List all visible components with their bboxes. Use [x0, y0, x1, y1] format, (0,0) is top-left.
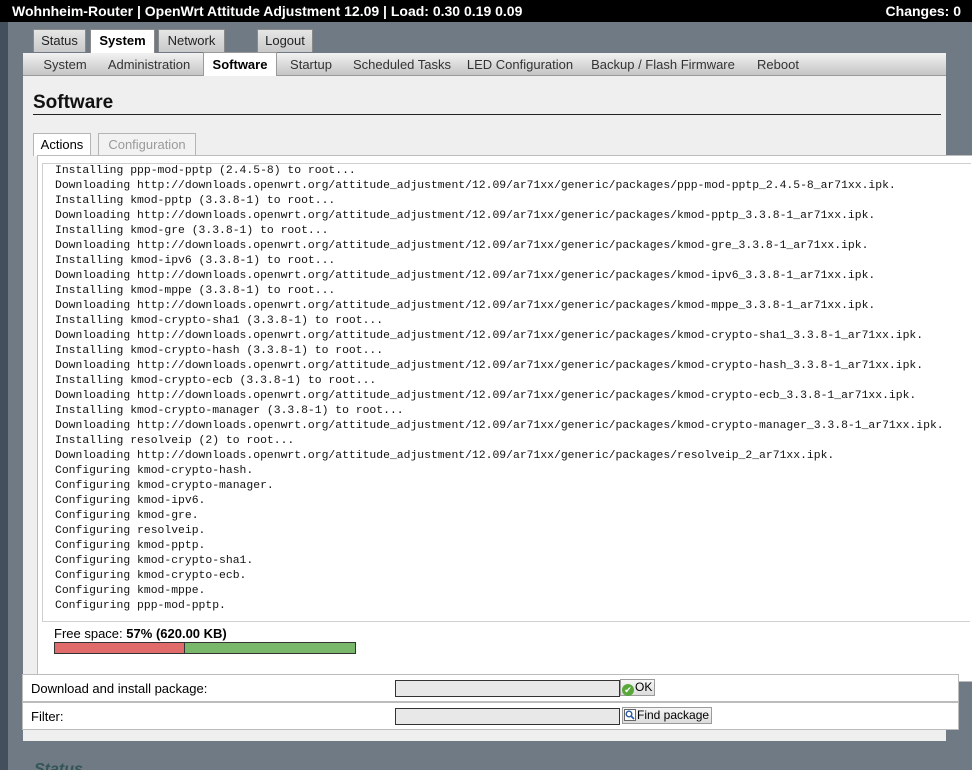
free-space-size: (620.00 KB) — [155, 626, 227, 641]
log-line: Downloading http://downloads.openwrt.org… — [55, 300, 876, 312]
subtab-administration-label: Administration — [107, 57, 191, 72]
log-line: Downloading http://downloads.openwrt.org… — [55, 420, 944, 432]
sub-navigation: System Administration Software Startup S… — [23, 52, 946, 77]
actions-panel: Installing ppp-mod-pptp (2.4.5-8) to roo… — [37, 155, 972, 682]
log-line: Configuring kmod-crypto-hash. — [55, 465, 254, 477]
changes-counter[interactable]: Changes: 0 — [886, 3, 961, 19]
log-line: Downloading http://downloads.openwrt.org… — [55, 240, 869, 252]
log-line: Installing kmod-crypto-manager (3.3.8-1)… — [55, 405, 404, 417]
tab-network-label: Network — [167, 33, 216, 48]
tab-status-label: Status — [41, 33, 78, 48]
tab-actions-label: Actions — [40, 137, 84, 152]
free-space-label: Free space: — [54, 626, 123, 641]
free-space-section: Free space: 57% (620.00 KB) — [42, 621, 970, 659]
log-line: Installing kmod-pptp (3.3.8-1) to root..… — [55, 195, 336, 207]
log-line: Configuring kmod-pptp. — [55, 540, 206, 552]
log-line: Installing ppp-mod-pptp (2.4.5-8) to roo… — [55, 165, 356, 177]
ok-button[interactable]: ✔ OK — [620, 679, 656, 696]
log-line: Installing kmod-mppe (3.3.8-1) to root..… — [55, 285, 336, 297]
next-section-heading-cut: Status — [34, 761, 83, 770]
log-line: Installing resolveip (2) to root... — [55, 435, 295, 447]
log-line: Configuring ppp-mod-pptp. — [55, 600, 226, 612]
log-line: Configuring kmod-mppe. — [55, 585, 206, 597]
filter-row: Filter: Find package — [22, 702, 959, 730]
subtab-startup[interactable]: Startup — [281, 53, 341, 75]
tab-logout[interactable]: Logout — [257, 29, 313, 52]
log-line: Configuring kmod-crypto-manager. — [55, 480, 274, 492]
log-line: Installing kmod-crypto-sha1 (3.3.8-1) to… — [55, 315, 384, 327]
download-package-input[interactable] — [395, 680, 620, 697]
log-line: Downloading http://downloads.openwrt.org… — [55, 270, 876, 282]
tab-system-label: System — [99, 33, 146, 48]
log-line: Downloading http://downloads.openwrt.org… — [55, 330, 924, 342]
magnifier-icon — [624, 709, 636, 721]
log-line: Downloading http://downloads.openwrt.org… — [55, 450, 835, 462]
free-space-text: Free space: 57% (620.00 KB) — [54, 626, 227, 641]
log-line: Downloading http://downloads.openwrt.org… — [55, 390, 917, 402]
tab-configuration[interactable]: Configuration — [98, 133, 196, 155]
subtab-scheduled-tasks[interactable]: Scheduled Tasks — [349, 53, 455, 75]
tab-network[interactable]: Network — [158, 29, 225, 52]
router-title: Wohnheim-Router | OpenWrt Attitude Adjus… — [12, 3, 523, 19]
check-icon: ✔ — [622, 684, 634, 696]
ok-button-label: OK — [635, 680, 653, 694]
subtab-startup-label: Startup — [290, 57, 332, 72]
log-line: Configuring kmod-gre. — [55, 510, 199, 522]
subtab-system[interactable]: System — [29, 53, 101, 75]
subtab-backup-flash-firmware-label: Backup / Flash Firmware — [591, 57, 735, 72]
free-space-bar — [54, 642, 356, 654]
tab-system[interactable]: System — [90, 29, 155, 53]
subtab-led-configuration[interactable]: LED Configuration — [463, 53, 577, 75]
log-line: Installing kmod-crypto-ecb (3.3.8-1) to … — [55, 375, 377, 387]
title-divider — [33, 114, 941, 115]
log-line: Configuring kmod-crypto-ecb. — [55, 570, 247, 582]
log-line: Downloading http://downloads.openwrt.org… — [55, 180, 896, 192]
page-title: Software — [33, 92, 114, 113]
log-line: Installing kmod-crypto-hash (3.3.8-1) to… — [55, 345, 384, 357]
content-area: Software Actions Configuration Installin… — [23, 76, 972, 741]
download-package-label: Download and install package: — [31, 681, 208, 696]
top-bar: Wohnheim-Router | OpenWrt Attitude Adjus… — [0, 0, 972, 22]
log-line: Installing kmod-gre (3.3.8-1) to root... — [55, 225, 329, 237]
subtab-reboot-label: Reboot — [757, 57, 799, 72]
download-package-row: Download and install package: ✔ OK — [22, 674, 959, 702]
log-line: Installing kmod-ipv6 (3.3.8-1) to root..… — [55, 255, 336, 267]
install-log: Installing ppp-mod-pptp (2.4.5-8) to roo… — [42, 163, 971, 622]
log-line: Configuring kmod-ipv6. — [55, 495, 206, 507]
find-package-label: Find package — [637, 708, 710, 722]
subtab-software[interactable]: Software — [203, 52, 277, 77]
log-line: Downloading http://downloads.openwrt.org… — [55, 210, 876, 222]
free-space-percent: 57% — [126, 626, 153, 641]
subtab-scheduled-tasks-label: Scheduled Tasks — [352, 57, 452, 72]
subtab-backup-flash-firmware[interactable]: Backup / Flash Firmware — [587, 53, 739, 75]
free-space-fill — [184, 643, 355, 653]
log-line: Downloading http://downloads.openwrt.org… — [55, 360, 924, 372]
tab-actions[interactable]: Actions — [33, 133, 91, 156]
tab-logout-label: Logout — [265, 33, 305, 48]
used-space-fill — [55, 643, 184, 653]
subtab-led-configuration-label: LED Configuration — [466, 57, 574, 72]
log-line: Configuring resolveip. — [55, 525, 206, 537]
subtab-software-label: Software — [212, 57, 268, 72]
subtab-administration[interactable]: Administration — [101, 53, 197, 75]
log-line: Configuring kmod-crypto-sha1. — [55, 555, 254, 567]
tab-status[interactable]: Status — [33, 29, 86, 52]
filter-label: Filter: — [31, 709, 64, 724]
tab-configuration-label: Configuration — [108, 137, 186, 152]
subtab-system-label: System — [43, 57, 87, 72]
subtab-reboot[interactable]: Reboot — [749, 53, 807, 75]
filter-input[interactable] — [395, 708, 620, 725]
find-package-button[interactable]: Find package — [622, 707, 713, 724]
